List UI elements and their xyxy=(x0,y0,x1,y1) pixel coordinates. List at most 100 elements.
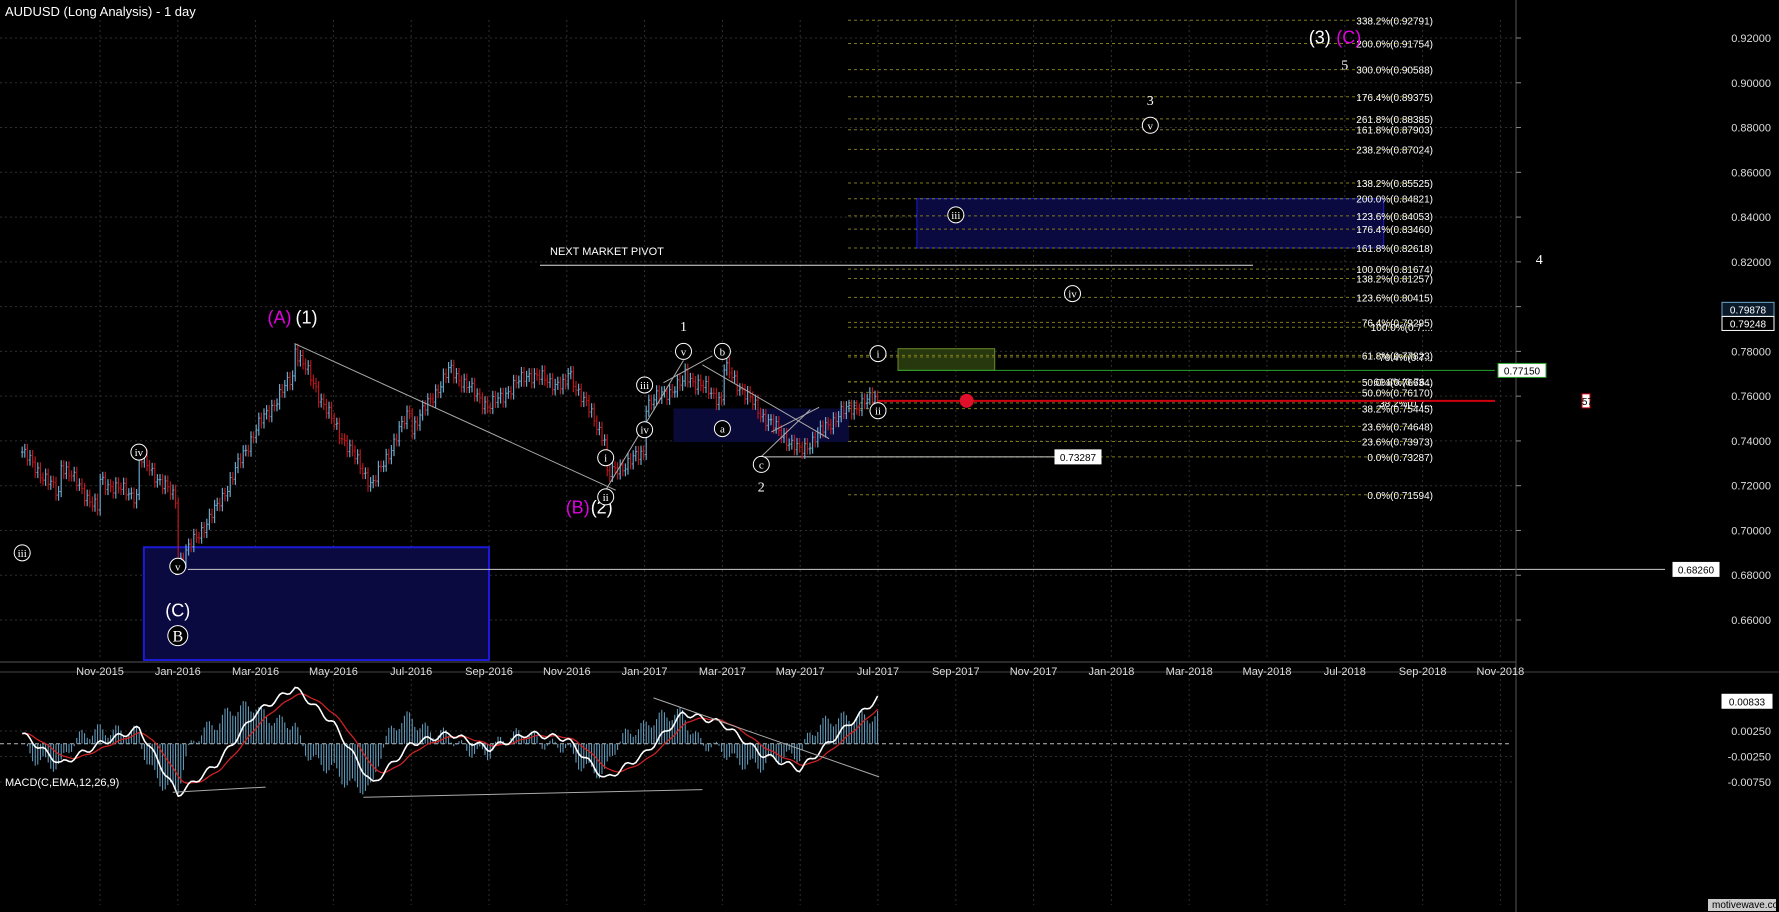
wave-label: (1) xyxy=(296,307,318,327)
circled-wave-label: v xyxy=(175,561,181,573)
fib-label: 138.2%(0.85525) xyxy=(1356,179,1433,190)
price-tag-label: 0.79878 xyxy=(1730,305,1767,316)
y-tick-label: 0.86000 xyxy=(1731,167,1771,179)
y-tick-label: 0.88000 xyxy=(1731,123,1771,135)
y-tick-label: 0.70000 xyxy=(1731,525,1771,537)
fib-label: 38.2%(0.75445) xyxy=(1362,405,1433,416)
fib-label: 200.0%(0.91754) xyxy=(1356,40,1433,51)
macd-signal-line xyxy=(22,693,879,784)
fib-label: 176.4%(0.89375) xyxy=(1356,93,1433,104)
green-box xyxy=(897,348,996,371)
circled-wave-label: ii xyxy=(875,406,881,418)
macd-title: MACD(C,EMA,12,26,9) xyxy=(5,777,119,789)
x-tick-label: Jul-2018 xyxy=(1324,666,1366,678)
fib-label: 161.8%(0.82618) xyxy=(1356,244,1433,255)
wave-label: 2 xyxy=(758,480,765,495)
x-tick-label: Jan-2016 xyxy=(155,666,201,678)
fib-label: 100.0%(0.7.... xyxy=(1371,323,1433,334)
circled-wave-label: v xyxy=(681,346,687,358)
circled-wave-label: iv xyxy=(1068,289,1077,301)
y-tick-label: 0.78000 xyxy=(1731,346,1771,358)
circled-wave-label: iii xyxy=(640,380,649,392)
trend-line xyxy=(294,343,616,491)
fib-label: 23.6%(0.73973) xyxy=(1362,438,1433,449)
price-tag-label: 0.73287 xyxy=(1060,453,1097,464)
fib-label: 50.0%(0.76634) xyxy=(1362,378,1433,389)
circled-wave-label: ii xyxy=(603,492,609,504)
circled-wave-label: i xyxy=(876,349,879,361)
x-tick-label: Sep-2018 xyxy=(1399,666,1447,678)
x-tick-label: Jan-2018 xyxy=(1088,666,1134,678)
y-tick-label: 0.92000 xyxy=(1731,33,1771,45)
circled-wave-label: iv xyxy=(135,447,144,459)
macd-line xyxy=(22,686,879,798)
y-tick-label: 0.82000 xyxy=(1731,257,1771,269)
circled-wave-label: c xyxy=(759,459,764,471)
x-tick-label: Mar-2017 xyxy=(699,666,746,678)
macd-divergence-line xyxy=(363,789,703,798)
fib-label: 50.0%(0.76170) xyxy=(1362,388,1433,399)
wave-label: (3) xyxy=(1309,28,1331,48)
fib-label: 123.6%(0.80415) xyxy=(1356,293,1433,304)
wave-label: (B) xyxy=(566,498,590,518)
target-box-upper xyxy=(916,198,1385,249)
zone-boxes xyxy=(142,198,1385,661)
macd-y-tick-label: 0.00250 xyxy=(1731,726,1771,738)
x-tick-label: Jan-2017 xyxy=(622,666,668,678)
x-tick-label: Mar-2016 xyxy=(232,666,279,678)
price-tag-label: 0.77150 xyxy=(1504,366,1541,377)
x-tick-label: May-2017 xyxy=(776,666,825,678)
fib-label: 176.4%(0.83460) xyxy=(1356,225,1433,236)
circled-wave-label: i xyxy=(604,453,607,465)
y-tick-label: 0.72000 xyxy=(1731,481,1771,493)
wave-label: 5 xyxy=(1341,58,1348,73)
chart-title: AUDUSD (Long Analysis) - 1 day xyxy=(5,4,196,19)
fib-label: 0.0%(0.71594) xyxy=(1367,491,1433,502)
wave-label: 4 xyxy=(1536,253,1543,268)
fib-label: 238.2%(0.87024) xyxy=(1356,145,1433,156)
fib-label: 261.8%(0.88385) xyxy=(1356,115,1433,126)
fib-label: 338.2%(0.92791) xyxy=(1356,16,1433,27)
x-tick-label: Nov-2017 xyxy=(1010,666,1058,678)
circled-wave-label: iv xyxy=(640,425,649,437)
x-tick-label: May-2016 xyxy=(309,666,358,678)
circled-wave-label: B xyxy=(172,629,183,646)
y-tick-label: 0.90000 xyxy=(1731,78,1771,90)
x-tick-label: Nov-2015 xyxy=(76,666,124,678)
fib-label: 300.0%(0.90588) xyxy=(1356,66,1433,77)
x-tick-label: Mar-2018 xyxy=(1166,666,1213,678)
wave-label: 1 xyxy=(680,320,687,335)
wave-label: (A) xyxy=(268,307,292,327)
fib-levels: 338.2%(0.92791) 200.0%(0.91754) 300.0%(0.9… xyxy=(187,16,1665,570)
watermark: motivewave.com xyxy=(1712,900,1779,911)
price-tag-label: 0.79248 xyxy=(1730,319,1767,330)
macd-y-tick-label: -0.00250 xyxy=(1728,752,1771,764)
circled-wave-label: v xyxy=(1148,120,1154,132)
circled-wave-label: iii xyxy=(951,210,960,222)
price-bars xyxy=(21,343,879,573)
fib-label: 61.8%(0.77823) xyxy=(1362,351,1433,362)
fib-label: 138.2%(0.81257) xyxy=(1356,274,1433,285)
fib-label: 200.0%(0.84821) xyxy=(1356,195,1433,206)
fib-label: 161.8%(0.87903) xyxy=(1356,126,1433,137)
y-tick-label: 0.74000 xyxy=(1731,436,1771,448)
fib-label: 0.0%(0.73287) xyxy=(1367,453,1433,464)
y-tick-label: 0.68000 xyxy=(1731,570,1771,582)
x-tick-label: Nov-2018 xyxy=(1477,666,1525,678)
macd-y-tick-label: -0.00750 xyxy=(1728,777,1771,789)
x-tick-label: May-2018 xyxy=(1243,666,1292,678)
axes: Nov-2015 Jan-2016 Mar-2016 May-2016 Jul-2016… xyxy=(0,0,1779,912)
fib-label: 123.6%(0.84053) xyxy=(1356,212,1433,223)
price-tag-label: 0.75790 xyxy=(1568,397,1605,408)
red-dot-marker xyxy=(959,393,974,408)
x-tick-label: Nov-2016 xyxy=(543,666,591,678)
x-tick-label: Sep-2016 xyxy=(465,666,513,678)
circled-wave-label: iii xyxy=(18,548,27,560)
target-box-lower xyxy=(142,546,490,661)
x-tick-label: Jul-2017 xyxy=(857,666,899,678)
wave-label: 3 xyxy=(1147,94,1154,109)
y-tick-label: 0.66000 xyxy=(1731,615,1771,627)
fib-label: 23.6%(0.74648) xyxy=(1362,422,1433,433)
macd-value-label: 0.00833 xyxy=(1729,697,1766,708)
circled-wave-label: b xyxy=(720,346,726,358)
